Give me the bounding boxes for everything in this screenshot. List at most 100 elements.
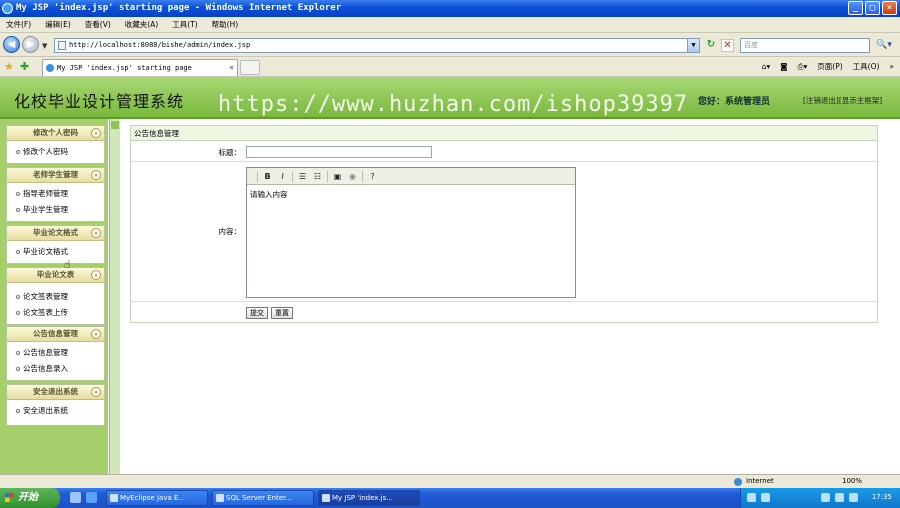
forward-button[interactable]: ▶ — [22, 36, 39, 53]
italic-icon[interactable]: I — [277, 171, 288, 182]
search-icon[interactable]: 🔍▾ — [873, 38, 895, 53]
menu-file[interactable]: 文件(F) — [6, 19, 31, 30]
splitter-toggle-icon[interactable] — [111, 121, 119, 129]
task-myeclipse[interactable]: MyEclipse Java E... — [106, 490, 208, 506]
bullet-icon — [16, 150, 20, 154]
feeds-icon[interactable]: ◙ — [780, 59, 787, 75]
menu-help[interactable]: 帮助(H) — [212, 19, 239, 30]
image-icon[interactable]: ▣ — [332, 171, 343, 182]
sidebar-group-header[interactable]: 毕业论文格式 » — [7, 226, 104, 241]
title-input[interactable] — [246, 146, 432, 158]
refresh-icon[interactable]: ↻ — [704, 39, 718, 52]
search-input[interactable]: 百度 — [740, 38, 870, 53]
rich-text-editor[interactable]: B I ☰ ☷ ▣ ◉ ? 请输入内容 — [246, 167, 576, 298]
bullet-icon — [16, 409, 20, 413]
submit-button[interactable]: 提交 — [246, 307, 268, 319]
menu-view[interactable]: 查看(V) — [85, 19, 111, 30]
new-tab-button[interactable] — [240, 60, 260, 75]
add-favorites-icon[interactable]: ✚ — [20, 60, 29, 73]
keyboard-icon[interactable] — [747, 493, 756, 502]
collapse-icon[interactable]: » — [91, 228, 101, 238]
quicklaunch-desktop-icon[interactable] — [70, 492, 81, 503]
ordered-list-icon[interactable]: ☰ — [297, 171, 308, 182]
window-controls: _ □ ✕ — [848, 1, 897, 15]
home-icon[interactable]: ⌂▾ — [762, 59, 771, 75]
tab-index-jsp[interactable]: My JSP 'index.jsp' starting page × — [42, 59, 238, 76]
collapse-icon[interactable]: » — [91, 387, 101, 397]
reset-button[interactable]: 重置 — [271, 307, 293, 319]
zoom-level[interactable]: 100% — [842, 475, 862, 488]
page-icon — [58, 41, 66, 50]
sidebar-group-logout: 安全退出系统 » 安全退出系统 — [6, 384, 105, 426]
form-buttons: 提交 重置 — [246, 307, 293, 319]
sidebar-group-header[interactable]: 老师学生管理 » — [7, 168, 104, 183]
bullet-icon — [16, 208, 20, 212]
task-ie[interactable]: My JSP 'index.js... — [318, 490, 420, 506]
sidebar-item-sign-upload[interactable]: 论文签表上传 — [7, 305, 104, 321]
collapse-icon[interactable]: » — [91, 270, 101, 280]
menu-favorites[interactable]: 收藏夹(A) — [125, 19, 158, 30]
page-menu[interactable]: 页面(P) — [817, 59, 842, 75]
sidebar-group-header[interactable]: 毕业论文表 » — [7, 268, 104, 283]
minimize-button[interactable]: _ — [848, 1, 863, 15]
bullet-icon — [16, 295, 20, 299]
sidebar-item-notice-entry[interactable]: 公告信息录入 — [7, 361, 104, 377]
tab-bar: ★ ✚ My JSP 'index.jsp' starting page × ⌂… — [0, 57, 900, 77]
sidebar-item-student[interactable]: 毕业学生管理 — [7, 202, 104, 218]
sidebar-group-header[interactable]: 安全退出系统 » — [7, 385, 104, 400]
menu-tools[interactable]: 工具(T) — [172, 19, 197, 30]
sidebar-item-logout[interactable]: 安全退出系统 — [7, 403, 104, 419]
hand-cursor-icon: ☝ — [64, 258, 71, 271]
address-dropdown-icon[interactable]: ▼ — [687, 39, 699, 52]
window-titlebar: My JSP 'index.jsp' starting page - Windo… — [0, 0, 900, 17]
favorites-star-icon[interactable]: ★ — [4, 60, 14, 73]
address-toolbar: ◀ ▶ ▼ http://localhost:8080/bishe/admin/… — [0, 33, 900, 57]
sidebar-item-teacher[interactable]: 指导老师管理 — [7, 186, 104, 202]
shield-icon[interactable] — [849, 493, 858, 502]
sidebar-item-thesis-format[interactable]: 毕业论文格式 — [7, 244, 104, 260]
sidebar-item-change-password[interactable]: 修改个人密码 — [7, 144, 104, 160]
form-heading: 公告信息管理 — [131, 126, 877, 141]
site-brand: 化校毕业设计管理系统 — [14, 92, 185, 111]
tools-menu[interactable]: 工具(O) — [853, 59, 880, 75]
frame-splitter[interactable] — [109, 119, 120, 474]
sidebar-item-sign-manage[interactable]: 论文签表管理 — [7, 289, 104, 305]
editor-body[interactable]: 请输入内容 — [247, 185, 575, 204]
back-button[interactable]: ◀ — [3, 36, 20, 53]
sidebar-item-notice-manage[interactable]: 公告信息管理 — [7, 345, 104, 361]
sidebar-group-header[interactable]: 公告信息管理 » — [7, 327, 104, 342]
search-placeholder: 百度 — [744, 41, 758, 49]
quicklaunch-ie-icon[interactable] — [86, 492, 97, 503]
network-icon[interactable] — [761, 493, 770, 502]
volume-icon[interactable] — [821, 493, 830, 502]
help-icon[interactable]: ? — [367, 171, 378, 182]
status-bar: Internet 100% — [0, 474, 900, 488]
header-links[interactable]: [注销退出][显示主框架] — [803, 95, 882, 106]
unordered-list-icon[interactable]: ☷ — [312, 171, 323, 182]
content-label: 内容： — [218, 227, 242, 236]
close-button[interactable]: ✕ — [882, 1, 897, 15]
more-icon[interactable]: » — [889, 59, 894, 75]
menu-bar: 文件(F) 编辑(E) 查看(V) 收藏夹(A) 工具(T) 帮助(H) — [0, 17, 900, 33]
collapse-icon[interactable]: » — [91, 329, 101, 339]
sidebar-group-header[interactable]: 修改个人密码 » — [7, 126, 104, 141]
menu-edit[interactable]: 编辑(E) — [45, 19, 71, 30]
title-row: 标题： — [131, 142, 877, 162]
maximize-button[interactable]: □ — [865, 1, 880, 15]
link-icon[interactable]: ◉ — [347, 171, 358, 182]
collapse-icon[interactable]: » — [91, 170, 101, 180]
start-button[interactable]: 开始 — [0, 488, 60, 508]
bullet-icon — [16, 367, 20, 371]
security-icon[interactable] — [835, 493, 844, 502]
item-label: 指导老师管理 — [23, 189, 68, 198]
collapse-icon[interactable]: » — [91, 128, 101, 138]
tab-close-icon[interactable]: × — [229, 60, 234, 76]
stop-icon[interactable]: ✕ — [721, 39, 734, 52]
task-sqlserver[interactable]: SQL Server Enter... — [212, 490, 314, 506]
bold-icon[interactable]: B — [262, 171, 273, 182]
history-dropdown-icon[interactable]: ▼ — [42, 42, 47, 50]
toolbar-separator — [362, 170, 363, 182]
address-input[interactable]: http://localhost:8080/bishe/admin/index.… — [54, 38, 700, 53]
print-icon[interactable]: ⎙▾ — [798, 59, 808, 75]
site-header: 化校毕业设计管理系统 https://www.huzhan.com/ishop3… — [0, 77, 900, 119]
